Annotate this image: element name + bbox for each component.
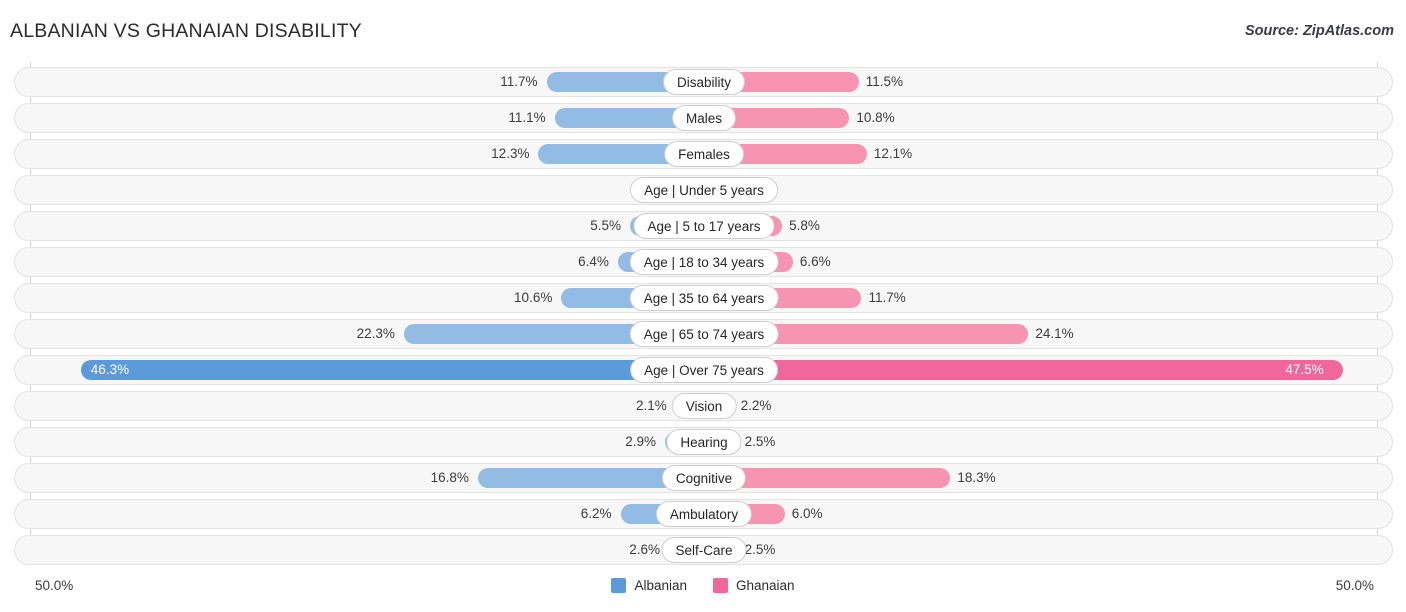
chart-row[interactable]: 2.1% 2.2% Vision	[14, 391, 1393, 421]
chart-legend: Albanian Ghanaian	[0, 578, 1406, 593]
bar-value-ghanaian: 24.1%	[1035, 326, 1074, 341]
bar-value-ghanaian: 5.8%	[789, 218, 820, 233]
category-label-pill[interactable]: Females	[664, 141, 744, 167]
chart-row[interactable]: 1.1%1.2%Age | Under 5 years	[14, 175, 1393, 205]
bar-value-ghanaian: 6.6%	[799, 254, 831, 269]
chart-row-inner: 2.6% 2.5% Self-Care	[15, 536, 1392, 564]
chart-row[interactable]: 2.9% 2.5% Hearing	[14, 427, 1393, 457]
chart-row[interactable]: 10.6% 11.7% Age | 35 to 64 years	[14, 283, 1393, 313]
bar-value-albanian: 6.4%	[578, 254, 609, 269]
chart-row-inner: 2.9% 2.5% Hearing	[15, 428, 1392, 456]
legend-label: Albanian	[634, 578, 687, 593]
chart-row[interactable]: 5.5% 5.8% Age | 5 to 17 years	[14, 211, 1393, 241]
bar-value-ghanaian: 11.5%	[865, 74, 904, 89]
chart-row[interactable]: 12.3% 12.1% Females	[14, 139, 1393, 169]
category-label-pill[interactable]: Age | 5 to 17 years	[633, 213, 775, 239]
bar-value-albanian: 22.3%	[356, 326, 395, 341]
category-label-pill[interactable]: Age | 18 to 34 years	[629, 249, 779, 275]
bar-value-ghanaian: 6.0%	[791, 506, 823, 521]
chart-row[interactable]: 22.3% 24.1% Age | 65 to 74 years	[14, 319, 1393, 349]
chart-row[interactable]: 6.4% 6.6% Age | 18 to 34 years	[14, 247, 1393, 277]
bar-value-albanian: 2.9%	[625, 434, 656, 449]
bar-value-ghanaian: 2.2%	[740, 398, 772, 413]
chart-header: ALBANIAN VS GHANAIAN DISABILITY Source: …	[0, 0, 1406, 62]
bar-value-albanian: 2.1%	[635, 398, 667, 413]
page-title: ALBANIAN VS GHANAIAN DISABILITY	[10, 20, 362, 42]
chart-row-inner: 11.1% 10.8% Males	[15, 104, 1392, 132]
chart-plot-area: 11.7% 11.5% Disability 11.1% 10.8% Males 12.3%…	[0, 62, 1406, 570]
bar-value-albanian: 46.3%	[90, 362, 130, 377]
chart-row-inner: 1.1%1.2%Age | Under 5 years	[15, 176, 1392, 204]
bar-value-albanian: 12.3%	[491, 146, 530, 161]
bar-value-ghanaian: 18.3%	[957, 470, 996, 485]
chart-row[interactable]: 11.7% 11.5% Disability	[14, 67, 1393, 97]
bar-value-ghanaian: 2.5%	[744, 434, 776, 449]
bar-value-albanian: 5.5%	[590, 218, 621, 233]
bar-value-ghanaian: 47.5%	[1285, 362, 1324, 377]
chart-row[interactable]: 46.3% 47.5% Age | Over 75 years	[14, 355, 1393, 385]
chart-row[interactable]: 11.1% 10.8% Males	[14, 103, 1393, 133]
chart-row-inner: 10.6% 11.7% Age | 35 to 64 years	[15, 284, 1392, 312]
chart-row-inner: 16.8% 18.3% Cognitive	[15, 464, 1392, 492]
chart-row-inner: 22.3% 24.1% Age | 65 to 74 years	[15, 320, 1392, 348]
legend-item-albanian[interactable]: Albanian	[611, 578, 687, 593]
bar-albanian[interactable]	[80, 360, 704, 380]
chart-footer: 50.0% Albanian Ghanaian 50.0%	[0, 570, 1406, 612]
source-attribution: Source: ZipAtlas.com	[1244, 23, 1394, 39]
chart-row-inner: 46.3% 47.5% Age | Over 75 years	[15, 356, 1392, 384]
bar-value-albanian: 16.8%	[430, 470, 469, 485]
category-label-pill[interactable]: Age | 65 to 74 years	[629, 321, 779, 347]
bar-value-albanian: 2.6%	[629, 542, 661, 557]
legend-item-ghanaian[interactable]: Ghanaian	[712, 578, 795, 593]
bar-value-albanian: 6.2%	[580, 506, 612, 521]
category-label-pill[interactable]: Disability	[662, 69, 746, 95]
bar-value-ghanaian: 12.1%	[873, 146, 913, 161]
bar-value-ghanaian: 10.8%	[856, 110, 895, 125]
chart-row-inner: 6.2% 6.0% Ambulatory	[15, 500, 1392, 528]
chart-row-inner: 11.7% 11.5% Disability	[15, 68, 1392, 96]
category-label-pill[interactable]: Ambulatory	[655, 501, 753, 527]
chart-row-inner: 12.3% 12.1% Females	[15, 140, 1392, 168]
bar-value-albanian: 11.1%	[508, 110, 546, 125]
square-swatch-icon	[712, 578, 728, 593]
bar-value-ghanaian: 11.7%	[868, 290, 906, 305]
bar-value-albanian: 11.7%	[500, 74, 538, 89]
bar-value-ghanaian: 2.5%	[744, 542, 776, 557]
category-label-pill[interactable]: Cognitive	[661, 465, 747, 491]
chart-row-inner: 6.4% 6.6% Age | 18 to 34 years	[15, 248, 1392, 276]
category-label-pill[interactable]: Hearing	[666, 429, 742, 455]
square-swatch-icon	[611, 578, 627, 593]
chart-row[interactable]: 16.8% 18.3% Cognitive	[14, 463, 1393, 493]
legend-label: Ghanaian	[735, 578, 795, 593]
bar-value-albanian: 10.6%	[514, 290, 553, 305]
chart-row[interactable]: 2.6% 2.5% Self-Care	[14, 535, 1393, 565]
chart-row[interactable]: 6.2% 6.0% Ambulatory	[14, 499, 1393, 529]
bar-ghanaian[interactable]	[704, 360, 1344, 380]
category-label-pill[interactable]: Age | Over 75 years	[630, 357, 778, 383]
category-label-pill[interactable]: Males	[671, 105, 737, 131]
category-label-pill[interactable]: Vision	[671, 393, 737, 419]
chart-row-inner: 2.1% 2.2% Vision	[15, 392, 1392, 420]
category-label-pill[interactable]: Age | Under 5 years	[630, 177, 778, 203]
category-label-pill[interactable]: Age | 35 to 64 years	[629, 285, 779, 311]
category-label-pill[interactable]: Self-Care	[661, 537, 747, 563]
axis-tick-right: 50.0%	[1335, 578, 1374, 593]
chart-row-inner: 5.5% 5.8% Age | 5 to 17 years	[15, 212, 1392, 240]
